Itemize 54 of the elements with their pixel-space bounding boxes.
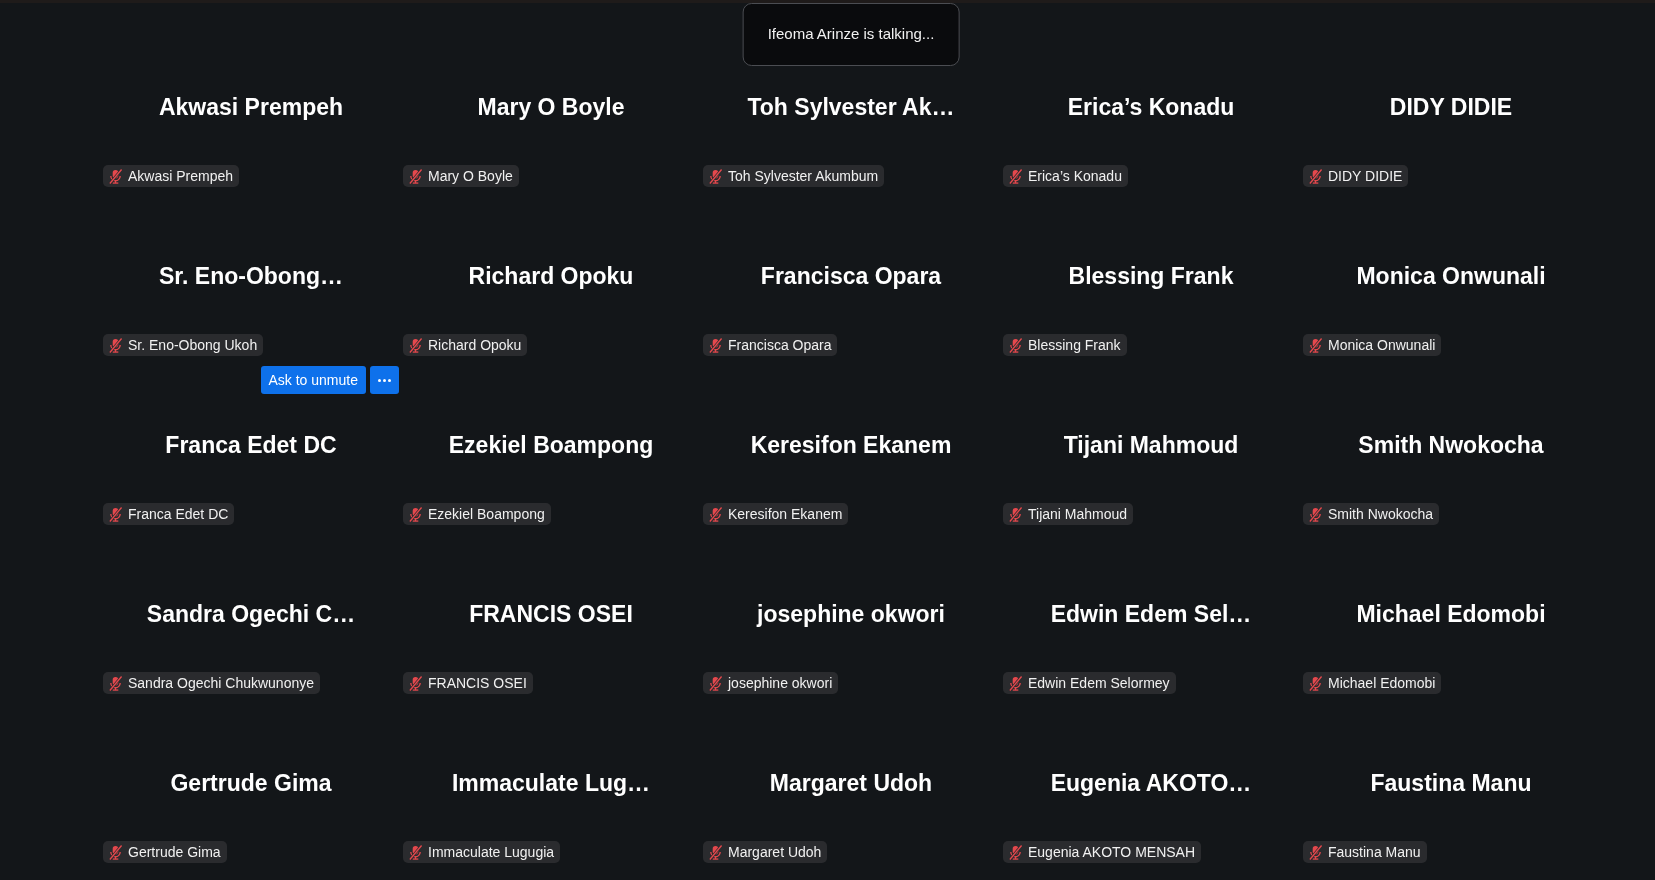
name-tag-label: josephine okwori (728, 674, 833, 692)
name-tag-label: Smith Nwokocha (1328, 505, 1434, 523)
participant-name: Tijani Mahmoud (1063, 430, 1239, 460)
name-tag-label: Keresifon Ekanem (728, 505, 843, 523)
participant-name: Erica’s Konadu (1067, 92, 1235, 122)
name-tag-label: Ezekiel Boampong (428, 505, 545, 523)
name-tag-label: Franca Edet DC (128, 505, 229, 523)
participant-name: FRANCIS OSEI (469, 599, 633, 629)
name-tag-label: Michael Edomobi (1328, 674, 1436, 692)
participant-name: Akwasi Prempeh (158, 92, 344, 122)
participant-name: Keresifon Ekanem (750, 430, 952, 460)
participant-name: Michael Edomobi (1356, 599, 1546, 629)
participant-name: Francisca Opara (760, 261, 942, 291)
participant-name: Gertrude Gima (170, 768, 332, 798)
participant-name: Smith Nwokocha (1358, 430, 1544, 460)
participant-name: Blessing Frank (1068, 261, 1234, 291)
participant-name: Eugenia AKOTO… (1050, 768, 1252, 798)
participant-name: Toh Sylvester Ak… (747, 92, 955, 122)
participant-name: DIDY DIDIE (1389, 92, 1513, 122)
name-tag-label: Tijani Mahmoud (1028, 505, 1128, 523)
name-tag-label: Richard Opoku (428, 336, 522, 354)
name-tag-label: Blessing Frank (1028, 336, 1121, 354)
name-tag-label: Mary O Boyle (428, 167, 513, 185)
name-tag-label: Faustina Manu (1328, 843, 1421, 861)
name-tag-label: Sandra Ogechi Chukwunonye (128, 674, 314, 692)
participant-name: Franca Edet DC (165, 430, 337, 460)
participant-name: Edwin Edem Sel… (1050, 599, 1252, 629)
name-tag-label: Akwasi Prempeh (128, 167, 234, 185)
participant-name: Sandra Ogechi C… (146, 599, 356, 629)
participant-name: Mary O Boyle (477, 92, 625, 122)
more-options-button[interactable] (370, 366, 399, 394)
participant-name: Immaculate Lug… (451, 768, 651, 798)
participant-name: Ezekiel Boampong (448, 430, 654, 460)
name-tag-label: Edwin Edem Selormey (1028, 674, 1170, 692)
participant-name: Monica Onwunali (1356, 261, 1546, 291)
participant-name: josephine okwori (757, 599, 945, 629)
name-tag-label: Toh Sylvester Akumbum (728, 167, 879, 185)
name-tag-label: Sr. Eno-Obong Ukoh (128, 336, 258, 354)
name-tag-label: Margaret Udoh (728, 843, 822, 861)
more-icon (378, 378, 391, 382)
name-tag-label: DIDY DIDIE (1328, 167, 1403, 185)
name-tag-label: Eugenia AKOTO MENSAH (1028, 843, 1196, 861)
name-tag-label: Immaculate Lugugia (428, 843, 555, 861)
name-tag-label: FRANCIS OSEI (428, 674, 527, 692)
participant-name: Sr. Eno-Obong… (159, 261, 343, 291)
name-tag-label: Erica’s Konadu (1028, 167, 1122, 185)
name-tag-label: Gertrude Gima (128, 843, 221, 861)
name-tag-label: Monica Onwunali (1328, 336, 1436, 354)
participant-name: Richard Opoku (468, 261, 634, 291)
ask-to-unmute-button[interactable]: Ask to unmute (260, 366, 366, 394)
participant-name: Faustina Manu (1370, 768, 1532, 798)
name-tag-label: Francisca Opara (728, 336, 832, 354)
speaker-notification: Ifeoma Arinze is talking... (742, 3, 960, 66)
participant-name: Margaret Udoh (769, 768, 933, 798)
